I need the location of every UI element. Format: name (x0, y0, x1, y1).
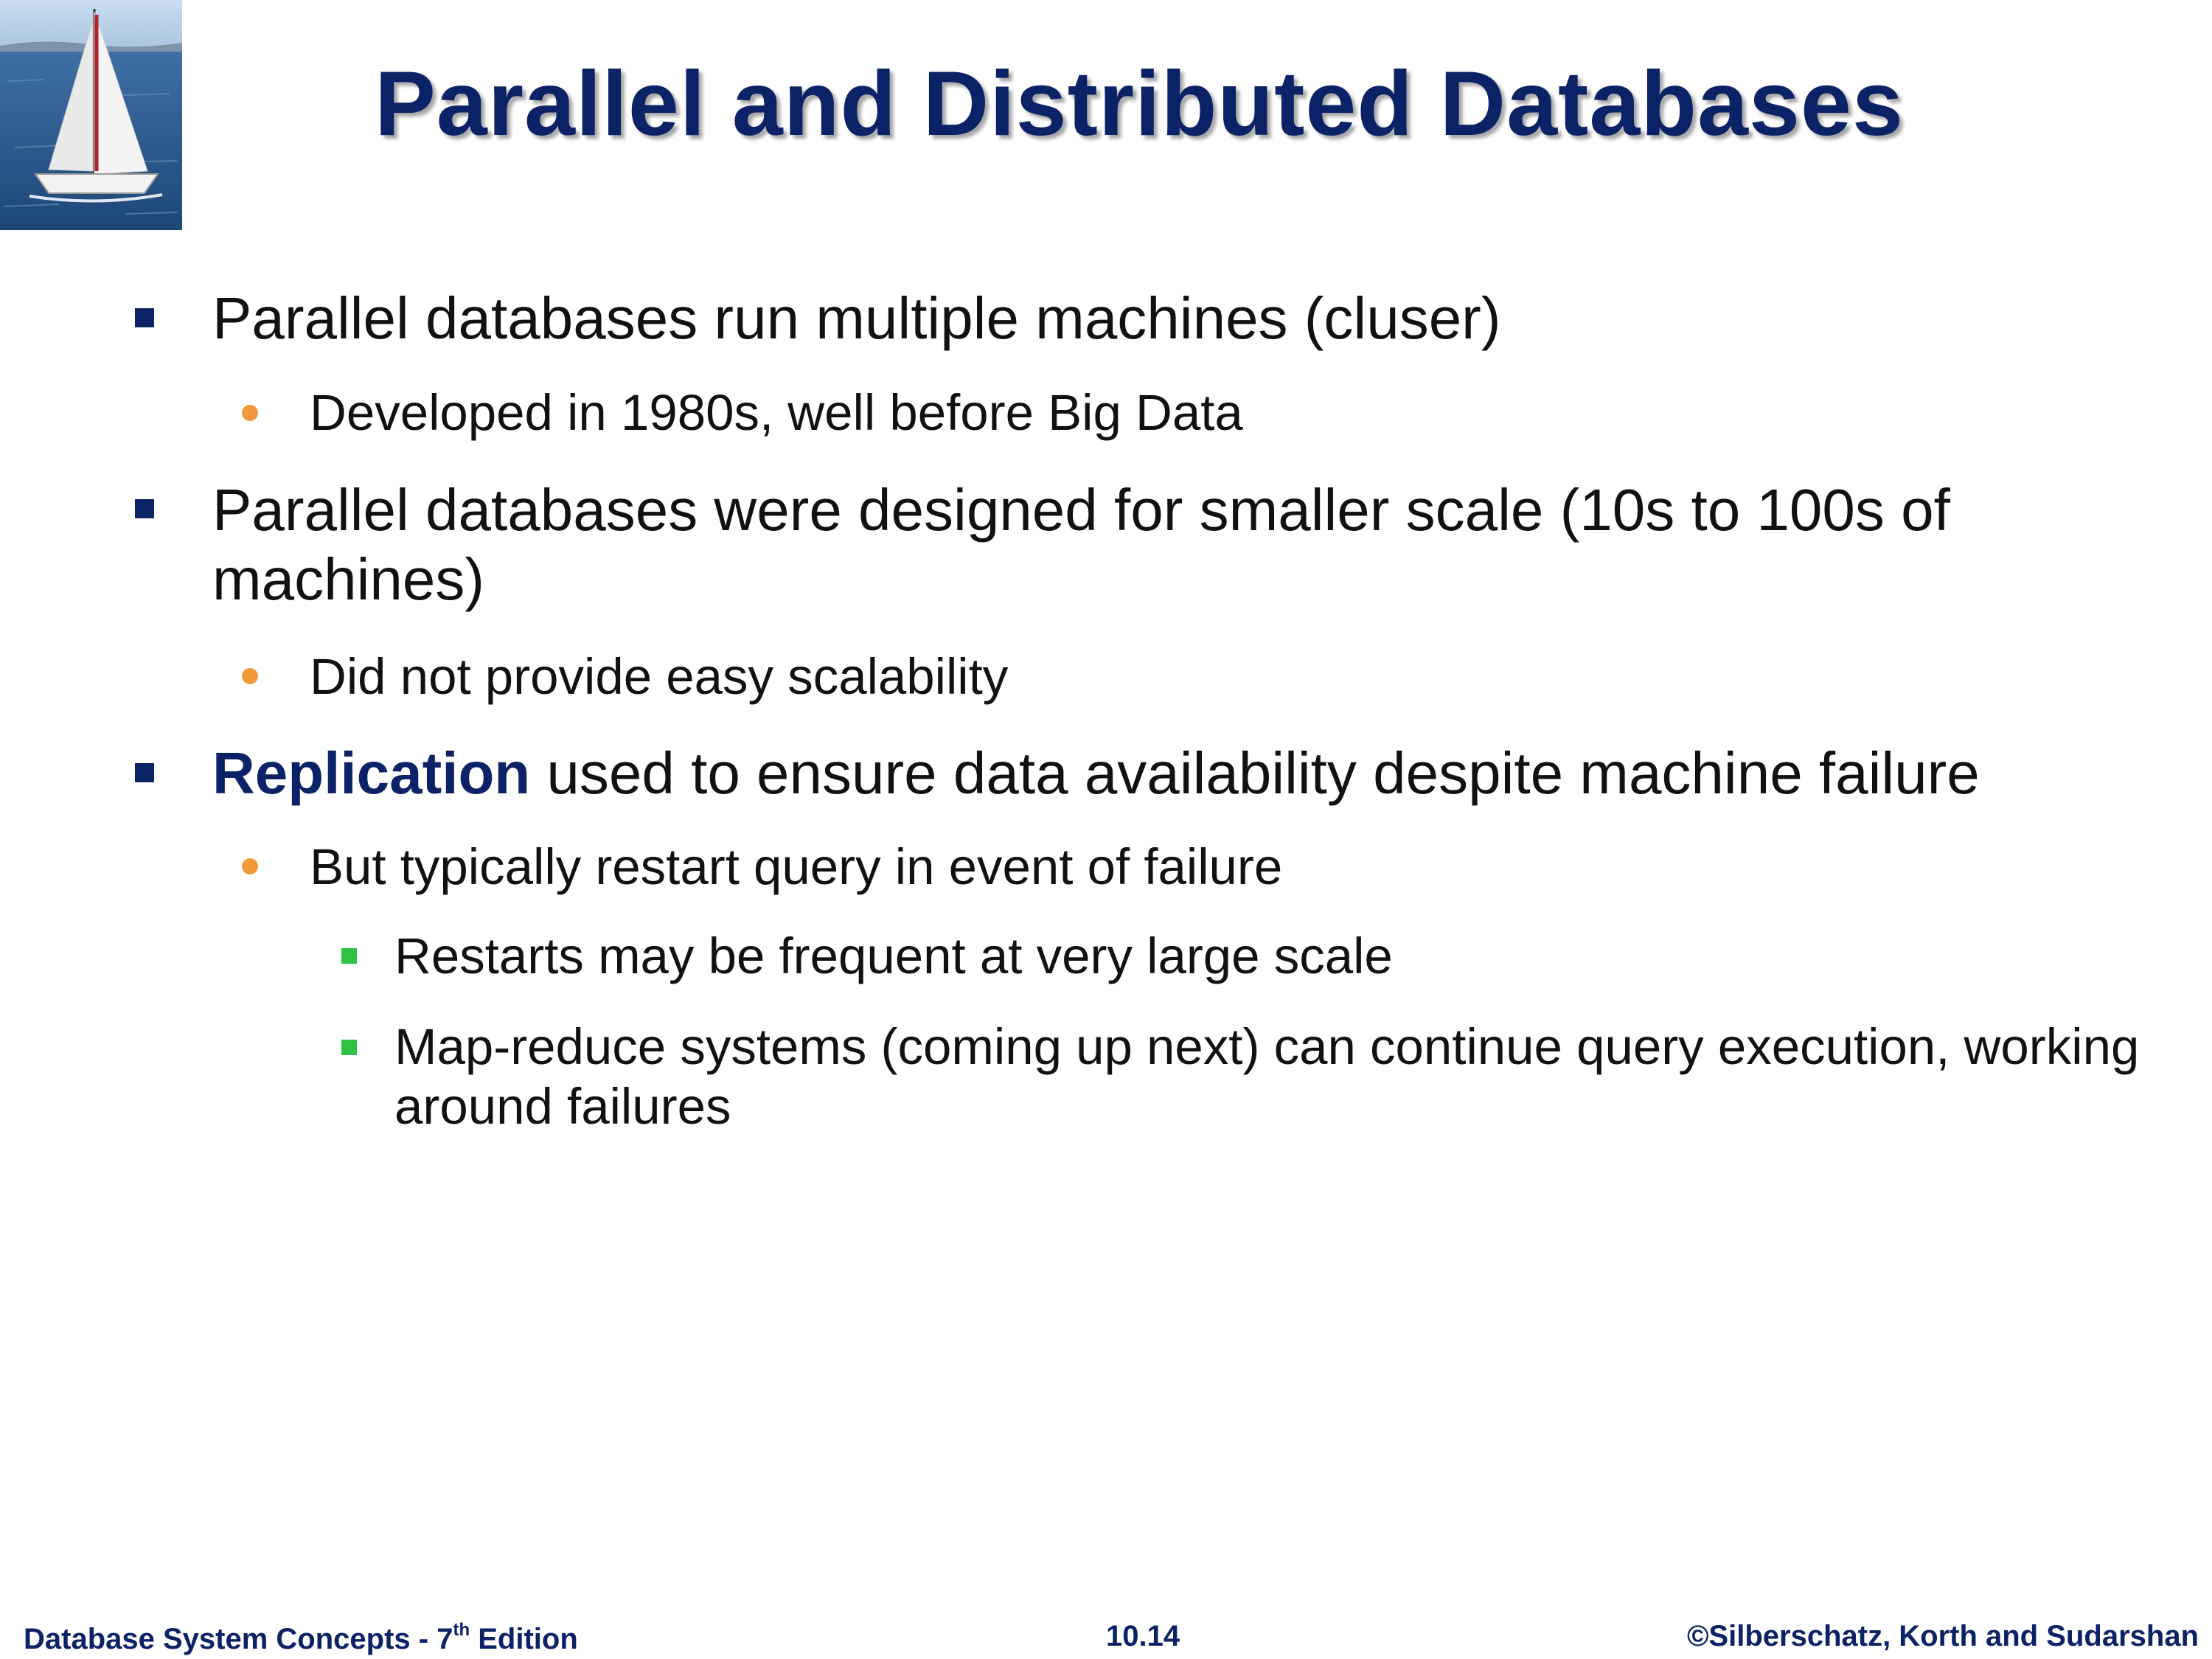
bullet-text-3-1: But typically restart query in event of … (310, 838, 1283, 895)
bullet-dot-icon (242, 858, 258, 874)
footer-page-number: 10.14 (1106, 1620, 1180, 1652)
bullet-green-square-icon (341, 948, 357, 964)
bullet-text-2: Parallel databases were designed for sma… (212, 477, 1950, 612)
bullet-green-square-icon (341, 1040, 357, 1055)
bullet-text-3-rest: used to ensure data availability despite… (530, 740, 1980, 806)
bullet-square-icon (135, 499, 154, 518)
bullet-text-3-1-1: Restarts may be frequent at very large s… (394, 928, 1393, 984)
replication-term: Replication (212, 740, 531, 806)
bullet-square-icon (135, 308, 154, 327)
bullet-text-2-1: Did not provide easy scalability (310, 648, 1009, 705)
bullet-dot-icon (242, 668, 258, 684)
footer-copyright: ©Silberschatz, Korth and Sudarshan (1686, 1620, 2199, 1652)
bullet-text-3: Replication used to ensure data availabi… (212, 739, 2129, 808)
bullet-text-3-1-2: Map-reduce systems (coming up next) can … (394, 1018, 2140, 1135)
footer-book-title: Database System Concepts - 7th Edition (24, 1620, 578, 1655)
bullet-text-1-1: Developed in 1980s, well before Big Data (310, 384, 1243, 441)
slide-content: Parallel databases run multiple machines… (0, 0, 2212, 1659)
bullet-square-icon (135, 763, 154, 782)
bullet-text-1: Parallel databases run multiple machines… (212, 285, 1501, 351)
bullet-dot-icon (242, 405, 258, 421)
